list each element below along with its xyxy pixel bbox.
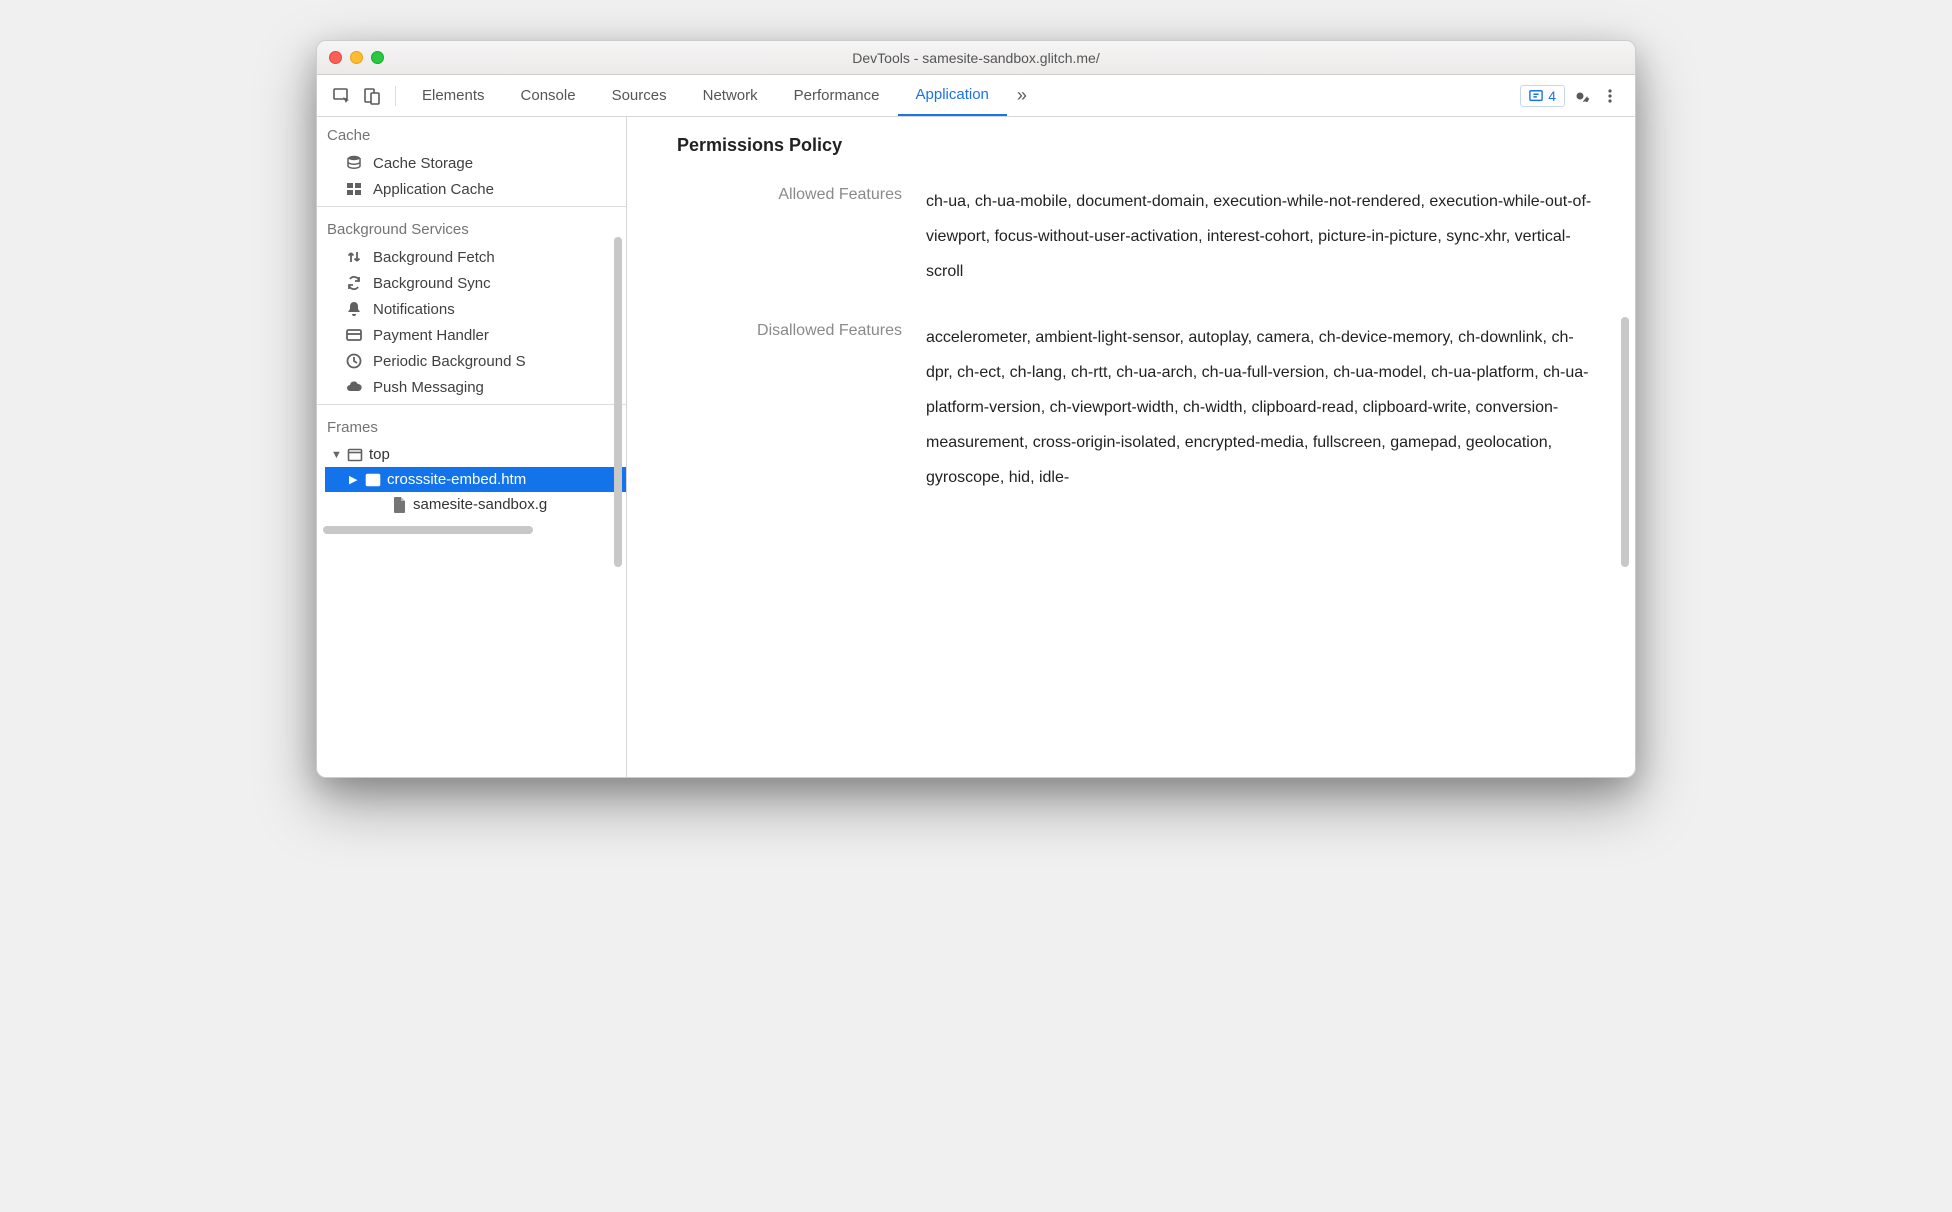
more-menu-icon[interactable] <box>1595 81 1625 111</box>
file-icon <box>393 497 407 513</box>
devtools-window: DevTools - samesite-sandbox.glitch.me/ E… <box>316 40 1636 778</box>
tab-elements[interactable]: Elements <box>404 75 503 116</box>
allowed-features-value: ch-ua, ch-ua-mobile, document-domain, ex… <box>926 184 1595 290</box>
settings-icon[interactable] <box>1565 81 1595 111</box>
inspect-element-icon[interactable] <box>327 81 357 111</box>
frame-row-top[interactable]: ▼ top <box>325 442 626 467</box>
card-icon <box>345 326 363 344</box>
tab-console[interactable]: Console <box>503 75 594 116</box>
frame-label: top <box>369 446 390 463</box>
sidebar-item-payment-handler[interactable]: Payment Handler <box>317 322 626 348</box>
clock-icon <box>345 352 363 370</box>
divider <box>317 206 626 207</box>
sidebar-section-bgservices: Background Services <box>317 211 626 244</box>
sidebar-item-application-cache[interactable]: Application Cache <box>317 176 626 202</box>
sidebar-horizontal-scrollbar[interactable] <box>317 523 626 537</box>
sidebar-item-notifications[interactable]: Notifications <box>317 296 626 322</box>
toolbar-divider <box>395 86 396 106</box>
minimize-window-button[interactable] <box>350 51 363 64</box>
close-window-button[interactable] <box>329 51 342 64</box>
sidebar-item-label: Background Sync <box>373 275 491 292</box>
disclosure-triangle[interactable]: ▼ <box>331 449 341 461</box>
sidebar-item-background-sync[interactable]: Background Sync <box>317 270 626 296</box>
sidebar-item-label: Cache Storage <box>373 155 473 172</box>
frames-tree: ▼ top ▶ crosssite-embed.htm samesite-san… <box>317 442 626 517</box>
sidebar-item-label: Push Messaging <box>373 379 484 396</box>
sidebar-item-background-fetch[interactable]: Background Fetch <box>317 244 626 270</box>
scrollbar-thumb[interactable] <box>1621 317 1629 567</box>
bell-icon <box>345 300 363 318</box>
frame-row-samesite-sandbox[interactable]: samesite-sandbox.g <box>325 492 626 517</box>
sidebar-section-frames: Frames <box>317 409 626 442</box>
device-toggle-icon[interactable] <box>357 81 387 111</box>
panel-tabs: Elements Console Sources Network Perform… <box>404 75 1007 116</box>
allowed-features-row: Allowed Features ch-ua, ch-ua-mobile, do… <box>677 184 1595 290</box>
frame-label: crosssite-embed.htm <box>387 471 526 488</box>
sidebar-item-label: Application Cache <box>373 181 494 198</box>
db-icon <box>345 154 363 172</box>
scrollbar-thumb[interactable] <box>323 526 533 534</box>
cloud-icon <box>345 378 363 396</box>
sidebar-vertical-scrollbar[interactable] <box>614 237 622 657</box>
sidebar-item-label: Payment Handler <box>373 327 489 344</box>
tab-application[interactable]: Application <box>898 75 1007 116</box>
issues-badge[interactable]: 4 <box>1520 85 1565 107</box>
zoom-window-button[interactable] <box>371 51 384 64</box>
sidebar-item-label: Periodic Background S <box>373 353 526 370</box>
issues-count: 4 <box>1548 88 1556 104</box>
frame-icon <box>365 472 381 488</box>
disallowed-features-label: Disallowed Features <box>677 320 902 340</box>
sidebar-section-cache: Cache <box>317 117 626 150</box>
devtools-toolbar: Elements Console Sources Network Perform… <box>317 75 1635 117</box>
disallowed-features-value: accelerometer, ambient-light-sensor, aut… <box>926 320 1595 496</box>
frame-details-panel: Permissions Policy Allowed Features ch-u… <box>627 117 1635 777</box>
sync-icon <box>345 274 363 292</box>
panel-vertical-scrollbar[interactable] <box>1621 147 1629 707</box>
sidebar-item-push-messaging[interactable]: Push Messaging <box>317 374 626 400</box>
divider <box>317 404 626 405</box>
scrollbar-thumb[interactable] <box>614 237 622 567</box>
disclosure-triangle[interactable]: ▶ <box>349 473 359 486</box>
grid-icon <box>345 180 363 198</box>
frame-label: samesite-sandbox.g <box>413 496 547 513</box>
updown-icon <box>345 248 363 266</box>
window-controls <box>317 51 384 64</box>
tab-sources[interactable]: Sources <box>594 75 685 116</box>
permissions-policy-heading: Permissions Policy <box>677 135 1595 156</box>
application-sidebar: Cache Cache Storage Application Cache Ba… <box>317 117 627 777</box>
issues-icon <box>1529 89 1543 103</box>
sidebar-item-label: Background Fetch <box>373 249 495 266</box>
allowed-features-label: Allowed Features <box>677 184 902 204</box>
content-area: Cache Cache Storage Application Cache Ba… <box>317 117 1635 777</box>
disallowed-features-row: Disallowed Features accelerometer, ambie… <box>677 320 1595 496</box>
tabs-overflow-button[interactable]: » <box>1007 81 1037 111</box>
frame-row-crosssite-embed[interactable]: ▶ crosssite-embed.htm <box>325 467 626 492</box>
sidebar-item-periodic-bg-sync[interactable]: Periodic Background S <box>317 348 626 374</box>
tab-performance[interactable]: Performance <box>776 75 898 116</box>
tab-network[interactable]: Network <box>685 75 776 116</box>
window-icon <box>347 447 363 463</box>
titlebar: DevTools - samesite-sandbox.glitch.me/ <box>317 41 1635 75</box>
window-title: DevTools - samesite-sandbox.glitch.me/ <box>317 50 1635 66</box>
sidebar-item-label: Notifications <box>373 301 455 318</box>
sidebar-item-cache-storage[interactable]: Cache Storage <box>317 150 626 176</box>
